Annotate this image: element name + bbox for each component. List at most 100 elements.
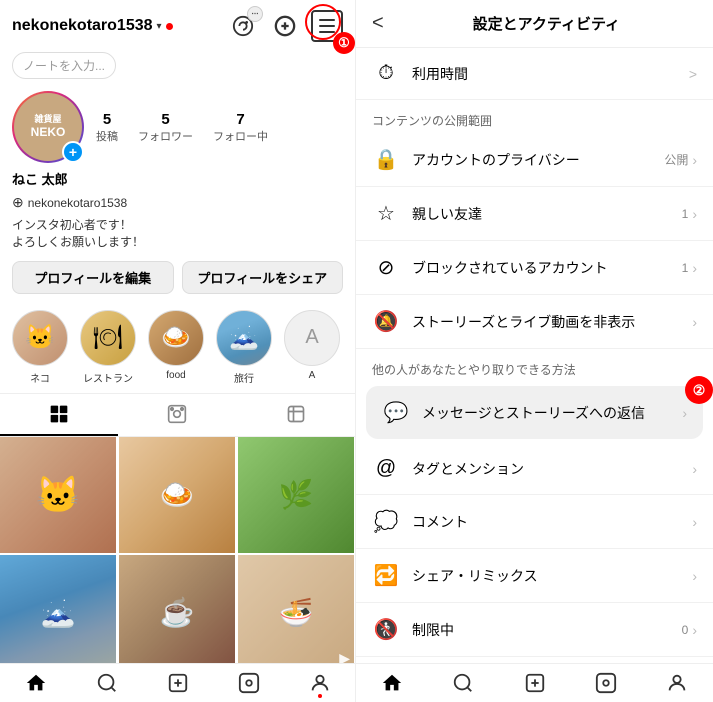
chevron-down-icon: ▾ xyxy=(157,21,162,32)
nav-home[interactable] xyxy=(0,672,71,694)
tab-reels[interactable] xyxy=(118,394,236,436)
settings-blocked-accounts[interactable]: ⊘ ブロックされているアカウント 1 › xyxy=(356,241,713,295)
close-friends-badge: 1 xyxy=(682,207,689,221)
settings-hide-stories[interactable]: 🔕 ストーリーズとライブ動画を非表示 › xyxy=(356,295,713,349)
highlight-neko-label: ネコ xyxy=(30,370,50,385)
highlight-more-circle: A xyxy=(284,310,340,366)
nav-profile[interactable] xyxy=(284,672,355,694)
add-nav-icon xyxy=(167,672,189,694)
reel-indicator-icon: ▶ xyxy=(339,650,350,663)
home-icon xyxy=(381,672,403,694)
grid-cell-1[interactable]: 🍛 xyxy=(119,437,235,553)
profile-nav-icon xyxy=(666,672,688,694)
highlight-restaurant-circle: 🍽 xyxy=(80,310,136,366)
settings-share-remix[interactable]: 🔁 シェア・リミックス › xyxy=(356,549,713,603)
chevron-right-icon: › xyxy=(692,622,697,638)
star-icon: ☆ xyxy=(372,201,400,226)
highlight-more-icon: A xyxy=(305,326,318,349)
close-friends-text: 親しい友達 xyxy=(412,204,670,224)
message-reply-text: メッセージとストーリーズへの返信 xyxy=(422,403,670,423)
tags-mentions-right: › xyxy=(692,461,697,477)
stat-followers: 5 フォロワー xyxy=(138,111,193,144)
chevron-right-icon: › xyxy=(692,206,697,222)
hide-stories-text: ストーリーズとライブ動画を非表示 xyxy=(412,312,680,332)
stat-followers-label: フォロワー xyxy=(138,128,193,144)
highlight-food-label: food xyxy=(166,370,185,381)
username-text: nekonekotaro1538 xyxy=(12,17,153,35)
grid-cell-5[interactable]: 🍜 ▶ xyxy=(238,555,354,663)
right-nav-add[interactable] xyxy=(499,672,570,694)
tagged-icon xyxy=(286,404,306,424)
add-icon xyxy=(274,15,296,37)
highlight-restaurant[interactable]: 🍽 レストラン xyxy=(80,310,136,385)
highlight-neko[interactable]: 🐱 ネコ xyxy=(12,310,68,385)
tab-tagged[interactable] xyxy=(237,394,355,436)
usage-time-icon: ⏱ xyxy=(372,62,400,85)
grid-cell-4[interactable]: ☕ xyxy=(119,555,235,663)
settings-tags-mentions[interactable]: @ タグとメンション › xyxy=(356,443,713,495)
stat-posts: 5 投稿 xyxy=(96,111,118,144)
chevron-right-icon: › xyxy=(692,260,697,276)
right-nav-home[interactable] xyxy=(356,672,427,694)
chevron-right-icon: > xyxy=(689,66,697,82)
grid-cell-3[interactable]: 🗻 xyxy=(0,555,116,663)
profile-nav-dot xyxy=(318,694,322,698)
highlight-restaurant-label: レストラン xyxy=(83,370,133,385)
nav-add[interactable] xyxy=(142,672,213,694)
right-panel: < 設定とアクティビティ ⏱ 利用時間 > コンテンツの公開範囲 🔒 アカウント… xyxy=(356,0,713,702)
threads-small-icon: ⊕ xyxy=(12,194,24,211)
settings-comments[interactable]: 💭 コメント › xyxy=(356,495,713,549)
nav-search[interactable] xyxy=(71,672,142,694)
back-button[interactable]: < xyxy=(372,12,384,35)
menu-button[interactable]: ① xyxy=(311,10,343,42)
stats-row: 5 投稿 5 フォロワー 7 フォロー中 xyxy=(96,111,343,144)
grid-cell-2[interactable]: 🌿 xyxy=(238,437,354,553)
grid-icon xyxy=(49,404,69,424)
account-privacy-right: 公開 › xyxy=(664,151,697,168)
note-bar: ノートを入力... xyxy=(0,52,355,87)
avatar-add-button[interactable]: + xyxy=(62,141,84,163)
home-icon xyxy=(25,672,47,694)
highlight-travel-label: 旅行 xyxy=(234,370,254,385)
avatar-text2: NEKO xyxy=(31,125,66,139)
header-icons: ⋯ ① xyxy=(227,10,343,42)
restricted-text: 制限中 xyxy=(412,620,670,640)
right-nav-profile[interactable] xyxy=(642,672,713,694)
stat-following-num: 7 xyxy=(236,111,244,128)
settings-scroll[interactable]: ⏱ 利用時間 > コンテンツの公開範囲 🔒 アカウントのプライバシー 公開 › … xyxy=(356,48,713,663)
avatar-wrap: 雑貨屋 NEKO + xyxy=(12,91,84,163)
grid-cell-0[interactable]: 🐱 xyxy=(0,437,116,553)
lock-icon: 🔒 xyxy=(372,147,400,172)
settings-close-friends[interactable]: ☆ 親しい友達 1 › xyxy=(356,187,713,241)
highlight-neko-circle: 🐱 xyxy=(12,310,68,366)
chevron-right-icon: › xyxy=(692,314,697,330)
left-header: nekonekotaro1538 ▾ ⋯ xyxy=(0,0,355,52)
highlight-food[interactable]: 🍛 food xyxy=(148,310,204,385)
highlight-food-emoji: 🍛 xyxy=(149,311,203,365)
usage-time-text: 利用時間 xyxy=(412,64,677,84)
tab-grid[interactable] xyxy=(0,394,118,436)
nav-reels[interactable] xyxy=(213,672,284,694)
threads-badge: ⋯ xyxy=(247,6,263,22)
right-nav-search[interactable] xyxy=(427,672,498,694)
stat-followers-num: 5 xyxy=(161,111,169,128)
threads-button[interactable]: ⋯ xyxy=(227,10,259,42)
settings-message-reply[interactable]: 💬 メッセージとストーリーズへの返信 › xyxy=(366,386,703,439)
message-icon: 💬 xyxy=(382,400,410,425)
settings-account-privacy[interactable]: 🔒 アカウントのプライバシー 公開 › xyxy=(356,133,713,187)
settings-usage-time[interactable]: ⏱ 利用時間 > xyxy=(356,48,713,100)
usage-time-right: > xyxy=(689,66,697,82)
settings-restricted[interactable]: 🚷 制限中 0 › xyxy=(356,603,713,657)
right-nav-reels[interactable] xyxy=(570,672,641,694)
add-nav-icon xyxy=(524,672,546,694)
highlight-more[interactable]: A A xyxy=(284,310,340,385)
edit-profile-button[interactable]: プロフィールを編集 xyxy=(12,261,174,294)
hamburger-icon xyxy=(319,19,335,33)
search-icon xyxy=(452,672,474,694)
right-header: < 設定とアクティビティ xyxy=(356,0,713,48)
note-bubble[interactable]: ノートを入力... xyxy=(12,52,116,79)
highlight-travel[interactable]: 🗻 旅行 xyxy=(216,310,272,385)
section-content-scope-title: コンテンツの公開範囲 xyxy=(356,100,713,133)
add-button[interactable] xyxy=(269,10,301,42)
share-profile-button[interactable]: プロフィールをシェア xyxy=(182,261,344,294)
